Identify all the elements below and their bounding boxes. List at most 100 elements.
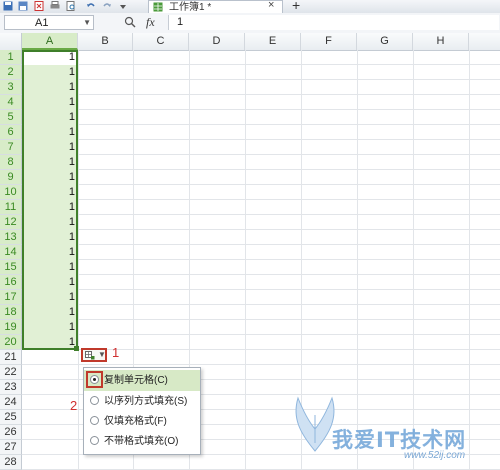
row-header[interactable]: 12 xyxy=(0,215,22,230)
zoom-icon[interactable] xyxy=(124,16,136,28)
row-header[interactable]: 6 xyxy=(0,125,22,140)
dropdown-icon[interactable] xyxy=(118,1,128,11)
row-header[interactable]: 20 xyxy=(0,335,22,350)
save-as-icon[interactable] xyxy=(18,1,28,11)
grid-line xyxy=(22,259,500,260)
cell-value[interactable]: 1 xyxy=(30,65,75,80)
print-preview-icon[interactable] xyxy=(66,1,76,11)
radio-unselected[interactable] xyxy=(90,396,99,405)
column-header-a[interactable]: A xyxy=(22,33,78,50)
row-header[interactable]: 7 xyxy=(0,140,22,155)
row-header[interactable]: 11 xyxy=(0,200,22,215)
insert-function-button[interactable]: fx xyxy=(146,14,155,30)
row-header[interactable]: 16 xyxy=(0,275,22,290)
cell-value[interactable]: 1 xyxy=(30,230,75,245)
cell-value[interactable]: 1 xyxy=(30,335,75,350)
menu-item-fill-series[interactable]: 以序列方式填充(S) xyxy=(84,391,200,412)
grid-line xyxy=(22,64,500,65)
row-header[interactable]: 24 xyxy=(0,395,22,410)
formula-input[interactable]: 1 xyxy=(168,15,499,30)
row-header[interactable]: 26 xyxy=(0,425,22,440)
chevron-down-icon[interactable]: ▼ xyxy=(83,16,91,30)
row-header[interactable]: 14 xyxy=(0,245,22,260)
autofill-options-menu: 复制单元格(C) 以序列方式填充(S) 仅填充格式(F) 不带格式填充(O) xyxy=(83,367,201,455)
row-header[interactable]: 17 xyxy=(0,290,22,305)
fill-handle[interactable] xyxy=(74,346,79,351)
column-header-h[interactable]: H xyxy=(413,33,469,50)
column-header-b[interactable]: B xyxy=(78,33,133,50)
row-header[interactable]: 13 xyxy=(0,230,22,245)
select-all-corner[interactable] xyxy=(0,33,22,50)
cell-value[interactable]: 1 xyxy=(30,305,75,320)
cell-value[interactable]: 1 xyxy=(30,245,75,260)
column-header-e[interactable]: E xyxy=(245,33,301,50)
grid-line xyxy=(22,364,500,365)
menu-item-fill-formatting-only[interactable]: 仅填充格式(F) xyxy=(84,411,200,432)
row-header[interactable]: 21 xyxy=(0,350,22,365)
row-header[interactable]: 19 xyxy=(0,320,22,335)
row-header[interactable]: 10 xyxy=(0,185,22,200)
row-header[interactable]: 28 xyxy=(0,455,22,470)
column-header-d[interactable]: D xyxy=(189,33,245,50)
name-box[interactable]: A1 ▼ xyxy=(4,15,94,30)
redo-icon[interactable] xyxy=(102,1,112,11)
row-header[interactable]: 1 xyxy=(0,50,22,65)
print-icon[interactable] xyxy=(50,1,60,11)
tab-workbook[interactable]: 工作簿1 * xyxy=(148,0,283,13)
row-header[interactable]: 8 xyxy=(0,155,22,170)
chevron-down-icon: ▼ xyxy=(98,350,106,359)
grid-line xyxy=(22,169,500,170)
menu-item-label: 仅填充格式(F) xyxy=(104,416,167,427)
cell-value[interactable]: 1 xyxy=(30,320,75,335)
row-header[interactable]: 2 xyxy=(0,65,22,80)
new-tab-button[interactable]: + xyxy=(292,0,300,12)
cell-value[interactable]: 1 xyxy=(30,140,75,155)
cell-value[interactable]: 1 xyxy=(30,170,75,185)
autofill-icon xyxy=(85,351,95,360)
cell-value[interactable]: 1 xyxy=(30,185,75,200)
grid-line xyxy=(22,139,500,140)
row-header[interactable]: 9 xyxy=(0,170,22,185)
autofill-options-button[interactable]: ▼ xyxy=(81,348,107,362)
grid-line xyxy=(22,154,500,155)
undo-icon[interactable] xyxy=(86,1,96,11)
row-header[interactable]: 23 xyxy=(0,380,22,395)
grid-line xyxy=(22,79,500,80)
grid-line xyxy=(22,124,500,125)
row-header[interactable]: 18 xyxy=(0,305,22,320)
cell-value[interactable]: 1 xyxy=(30,155,75,170)
row-header[interactable]: 27 xyxy=(0,440,22,455)
close-tab-icon[interactable]: × xyxy=(268,0,274,12)
cell-value[interactable]: 1 xyxy=(30,275,75,290)
name-box-value: A1 xyxy=(35,17,49,29)
cell-value[interactable]: 1 xyxy=(30,125,75,140)
cell-value[interactable]: 1 xyxy=(30,110,75,125)
row-header[interactable]: 22 xyxy=(0,365,22,380)
radio-unselected[interactable] xyxy=(90,416,99,425)
column-header-f[interactable]: F xyxy=(301,33,357,50)
menu-item-fill-without-formatting[interactable]: 不带格式填充(O) xyxy=(84,431,200,452)
row-header[interactable]: 5 xyxy=(0,110,22,125)
row-header[interactable]: 4 xyxy=(0,95,22,110)
row-header[interactable]: 3 xyxy=(0,80,22,95)
cell-value[interactable]: 1 xyxy=(30,290,75,305)
menu-item-copy-cells[interactable]: 复制单元格(C) xyxy=(84,370,200,391)
cell-value[interactable]: 1 xyxy=(30,215,75,230)
radio-unselected[interactable] xyxy=(90,436,99,445)
save-icon[interactable] xyxy=(3,1,13,11)
pdf-icon[interactable] xyxy=(34,1,44,11)
row-header[interactable]: 15 xyxy=(0,260,22,275)
grid-line xyxy=(22,319,500,320)
column-header-c[interactable]: C xyxy=(133,33,189,50)
watermark-url: www.52ij.com xyxy=(404,450,466,461)
spreadsheet-icon xyxy=(153,2,163,12)
grid-line xyxy=(22,199,500,200)
row-header[interactable]: 25 xyxy=(0,410,22,425)
grid-line xyxy=(22,274,500,275)
cell-value[interactable]: 1 xyxy=(30,95,75,110)
cell-value[interactable]: 1 xyxy=(30,80,75,95)
cell-value[interactable]: 1 xyxy=(30,50,75,65)
cell-value[interactable]: 1 xyxy=(30,200,75,215)
column-header-g[interactable]: G xyxy=(357,33,413,50)
cell-value[interactable]: 1 xyxy=(30,260,75,275)
